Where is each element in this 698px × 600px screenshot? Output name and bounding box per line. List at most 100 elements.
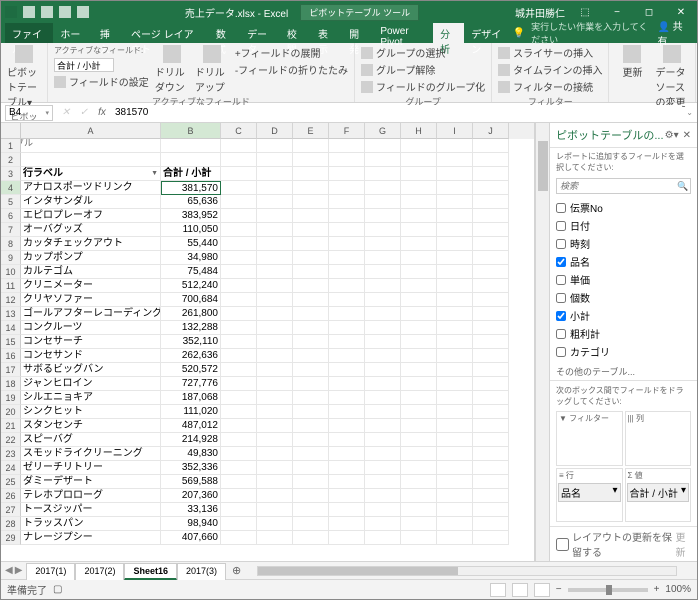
cell[interactable] (401, 335, 437, 349)
cell[interactable] (401, 153, 437, 167)
col-header-D[interactable]: D (257, 123, 293, 139)
cell[interactable]: 352,110 (161, 335, 221, 349)
cell[interactable]: トースジッパー (21, 503, 161, 517)
cell[interactable] (221, 391, 257, 405)
cell[interactable] (257, 405, 293, 419)
cell[interactable] (365, 405, 401, 419)
row-header[interactable]: 20 (1, 405, 21, 419)
cell[interactable] (365, 391, 401, 405)
filter-dropdown-icon[interactable]: ▼ (151, 167, 158, 181)
cell[interactable] (257, 349, 293, 363)
col-header-H[interactable]: H (401, 123, 437, 139)
cell[interactable] (221, 237, 257, 251)
cell[interactable] (365, 503, 401, 517)
row-header[interactable]: 16 (1, 349, 21, 363)
cell[interactable] (401, 405, 437, 419)
row-header[interactable]: 29 (1, 531, 21, 545)
ribbon-tab-0[interactable]: ファイル (5, 23, 53, 43)
cell[interactable] (473, 335, 509, 349)
row-header[interactable]: 28 (1, 517, 21, 531)
cell[interactable] (437, 153, 473, 167)
cell[interactable]: スタンセンチ (21, 419, 161, 433)
close-button[interactable]: ✕ (669, 7, 693, 18)
cell[interactable]: 261,800 (161, 307, 221, 321)
cell[interactable] (257, 237, 293, 251)
cell[interactable] (293, 335, 329, 349)
cell[interactable] (293, 321, 329, 335)
cell[interactable]: 33,136 (161, 503, 221, 517)
cell[interactable] (257, 517, 293, 531)
save-icon[interactable] (23, 6, 35, 18)
cell[interactable] (437, 209, 473, 223)
cell[interactable] (437, 181, 473, 195)
cell[interactable] (257, 461, 293, 475)
filter-zone[interactable]: ▼ フィルター (556, 411, 623, 466)
cell[interactable] (473, 265, 509, 279)
cell[interactable]: 727,776 (161, 377, 221, 391)
row-header[interactable]: 18 (1, 377, 21, 391)
cell[interactable] (473, 349, 509, 363)
collapse-field-button[interactable]: -フィールドの折りたたみ (235, 62, 348, 77)
row-header[interactable]: 21 (1, 419, 21, 433)
cell[interactable] (329, 531, 365, 545)
cell[interactable] (329, 251, 365, 265)
row-header[interactable]: 22 (1, 433, 21, 447)
cell[interactable] (365, 475, 401, 489)
cell[interactable] (473, 433, 509, 447)
cell[interactable] (473, 503, 509, 517)
drill-down-button[interactable]: ドリルダウン (155, 45, 189, 94)
value-field-item[interactable]: 合計 / 小計▾ (627, 483, 690, 502)
cell[interactable] (293, 517, 329, 531)
update-button[interactable]: 更新 (676, 529, 691, 559)
cell[interactable] (401, 279, 437, 293)
cell[interactable] (473, 279, 509, 293)
cell[interactable] (473, 489, 509, 503)
cell[interactable] (473, 153, 509, 167)
cell[interactable] (401, 461, 437, 475)
scroll-thumb[interactable] (538, 141, 548, 191)
cell[interactable] (257, 419, 293, 433)
cell[interactable]: エピロプレーオフ (21, 209, 161, 223)
cell[interactable] (437, 195, 473, 209)
cell[interactable]: トラッスパン (21, 517, 161, 531)
cell[interactable] (365, 181, 401, 195)
cell[interactable] (329, 391, 365, 405)
name-box[interactable]: B4 (5, 105, 53, 121)
cell[interactable] (401, 209, 437, 223)
cell[interactable]: クリニメーター (21, 279, 161, 293)
cell[interactable] (293, 433, 329, 447)
cell[interactable] (257, 503, 293, 517)
cell[interactable] (365, 363, 401, 377)
expand-formula-icon[interactable]: ⌄ (682, 108, 697, 117)
touch-icon[interactable] (77, 6, 89, 18)
cell[interactable] (401, 237, 437, 251)
cell[interactable] (473, 139, 509, 153)
col-header-A[interactable]: A (21, 123, 161, 139)
cell[interactable] (293, 503, 329, 517)
cell[interactable] (473, 419, 509, 433)
cell[interactable] (401, 475, 437, 489)
cell[interactable] (365, 447, 401, 461)
cell[interactable] (221, 251, 257, 265)
columns-zone[interactable]: ||| 列 (625, 411, 692, 466)
cell[interactable] (293, 279, 329, 293)
cell[interactable]: インタサンダル (21, 195, 161, 209)
minimize-button[interactable]: − (605, 7, 629, 18)
defer-layout-checkbox[interactable] (556, 538, 569, 551)
cell[interactable] (365, 167, 401, 181)
cell[interactable] (365, 209, 401, 223)
cell[interactable] (221, 223, 257, 237)
cell[interactable] (437, 377, 473, 391)
row-header[interactable]: 12 (1, 293, 21, 307)
cell[interactable]: 487,012 (161, 419, 221, 433)
cell[interactable] (257, 167, 293, 181)
cell[interactable] (329, 293, 365, 307)
page-layout-view-button[interactable] (512, 583, 528, 597)
cell[interactable] (221, 405, 257, 419)
cell[interactable] (329, 195, 365, 209)
cell[interactable]: 520,572 (161, 363, 221, 377)
cell[interactable] (221, 531, 257, 545)
cell[interactable] (401, 181, 437, 195)
cell[interactable] (401, 433, 437, 447)
cell[interactable] (401, 377, 437, 391)
